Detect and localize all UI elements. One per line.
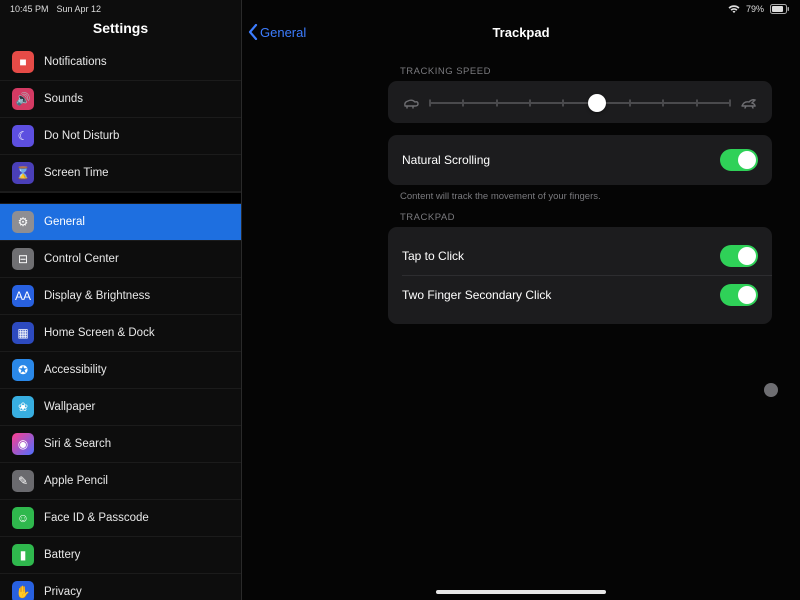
slider-tick <box>462 100 464 107</box>
slider-tick <box>429 100 431 107</box>
battery-status-icon <box>770 4 790 14</box>
tracking-speed-card <box>388 81 772 123</box>
sidebar-item-face-id-passcode[interactable]: ☺ Face ID & Passcode <box>0 500 241 537</box>
sidebar-item-screen-time[interactable]: ⌛ Screen Time <box>0 155 241 192</box>
sidebar-item-label: Battery <box>44 549 80 561</box>
dnd-icon: ☾ <box>12 125 34 147</box>
sidebar-item-sounds[interactable]: 🔊 Sounds <box>0 81 241 118</box>
status-battery-pct: 79% <box>746 4 764 14</box>
sidebar-item-apple-pencil[interactable]: ✎ Apple Pencil <box>0 463 241 500</box>
siri-icon: ◉ <box>12 433 34 455</box>
display-icon: AA <box>12 285 34 307</box>
sidebar-item-label: Face ID & Passcode <box>44 512 149 524</box>
sidebar-item-label: Siri & Search <box>44 438 111 450</box>
control-center-icon: ⊟ <box>12 248 34 270</box>
trackpad-card: Tap to Click Two Finger Secondary Click <box>388 227 772 324</box>
wallpaper-icon: ❀ <box>12 396 34 418</box>
back-button[interactable]: General <box>248 24 306 40</box>
sidebar-item-wallpaper[interactable]: ❀ Wallpaper <box>0 389 241 426</box>
trackpad-toggle[interactable] <box>720 245 758 267</box>
sidebar-item-label: Notifications <box>44 56 107 68</box>
home-screen-icon: ▦ <box>12 322 34 344</box>
natural-scrolling-label: Natural Scrolling <box>402 153 490 167</box>
back-label: General <box>260 25 306 40</box>
sidebar-item-accessibility[interactable]: ✪ Accessibility <box>0 352 241 389</box>
section-label-tracking-speed: TRACKING SPEED <box>400 66 768 77</box>
natural-scrolling-card: Natural Scrolling <box>388 135 772 185</box>
sidebar-item-label: Do Not Disturb <box>44 130 119 142</box>
sidebar-item-display-brightness[interactable]: AA Display & Brightness <box>0 278 241 315</box>
sidebar-item-label: Display & Brightness <box>44 290 150 302</box>
slider-tick <box>729 100 731 107</box>
slider-tick <box>496 100 498 107</box>
slider-tick <box>696 100 698 107</box>
page-title: Trackpad <box>492 25 549 40</box>
sounds-icon: 🔊 <box>12 88 34 110</box>
chevron-left-icon <box>248 24 258 40</box>
tracking-speed-slider[interactable] <box>402 91 758 113</box>
sidebar-item-battery[interactable]: ▮ Battery <box>0 537 241 574</box>
wifi-icon <box>728 4 740 14</box>
natural-scrolling-toggle[interactable] <box>720 149 758 171</box>
sidebar-item-privacy[interactable]: ✋ Privacy <box>0 574 241 600</box>
trackpad-row: Tap to Click <box>402 237 758 275</box>
sidebar-item-label: General <box>44 216 85 228</box>
sidebar-item-general[interactable]: ⚙ General <box>0 204 241 241</box>
sidebar-item-label: Sounds <box>44 93 83 105</box>
face-id-icon: ☺ <box>12 507 34 529</box>
sidebar-item-label: Wallpaper <box>44 401 95 413</box>
slider-tick <box>629 100 631 107</box>
pencil-icon: ✎ <box>12 470 34 492</box>
trackpad-row-label: Two Finger Secondary Click <box>402 288 551 302</box>
notifications-icon: ■ <box>12 51 34 73</box>
status-date: Sun Apr 12 <box>57 4 102 14</box>
slider-knob[interactable] <box>588 94 606 112</box>
sidebar-item-do-not-disturb[interactable]: ☾ Do Not Disturb <box>0 118 241 155</box>
status-bar: 10:45 PM Sun Apr 12 79% <box>0 0 800 18</box>
slider-tick <box>529 100 531 107</box>
settings-sidebar: Settings ■Notifications🔊Sounds☾Do Not Di… <box>0 0 242 600</box>
status-time: 10:45 PM <box>10 4 49 14</box>
hare-icon <box>740 97 758 109</box>
trackpad-row-label: Tap to Click <box>402 249 464 263</box>
sidebar-item-label: Accessibility <box>44 364 107 376</box>
sidebar-item-label: Home Screen & Dock <box>44 327 155 339</box>
trackpad-toggle[interactable] <box>720 284 758 306</box>
screen-time-icon: ⌛ <box>12 162 34 184</box>
detail-pane: General Trackpad TRACKING SPEED Natural … <box>242 0 800 600</box>
general-icon: ⚙ <box>12 211 34 233</box>
trackpad-row: Two Finger Secondary Click <box>402 276 758 314</box>
accessibility-icon: ✪ <box>12 359 34 381</box>
sidebar-item-label: Control Center <box>44 253 119 265</box>
sidebar-item-label: Apple Pencil <box>44 475 108 487</box>
privacy-icon: ✋ <box>12 581 34 600</box>
detail-header: General Trackpad <box>242 14 800 50</box>
section-label-trackpad: TRACKPAD <box>400 212 768 223</box>
sidebar-item-siri-search[interactable]: ◉ Siri & Search <box>0 426 241 463</box>
sidebar-item-control-center[interactable]: ⊟ Control Center <box>0 241 241 278</box>
natural-scrolling-hint: Content will track the movement of your … <box>400 191 768 202</box>
sidebar-item-notifications[interactable]: ■ Notifications <box>0 44 241 81</box>
sidebar-item-label: Privacy <box>44 586 82 598</box>
tortoise-icon <box>402 97 420 109</box>
home-indicator[interactable] <box>436 590 606 594</box>
battery-icon: ▮ <box>12 544 34 566</box>
cursor-indicator <box>764 383 778 397</box>
sidebar-list[interactable]: ■ Notifications 🔊 Sounds ☾ Do Not Disturb ⌛ Scr… <box>0 44 241 600</box>
slider-tick <box>562 100 564 107</box>
sidebar-item-home-screen-dock[interactable]: ▦ Home Screen & Dock <box>0 315 241 352</box>
sidebar-item-label: Screen Time <box>44 167 109 179</box>
slider-tick <box>662 100 664 107</box>
